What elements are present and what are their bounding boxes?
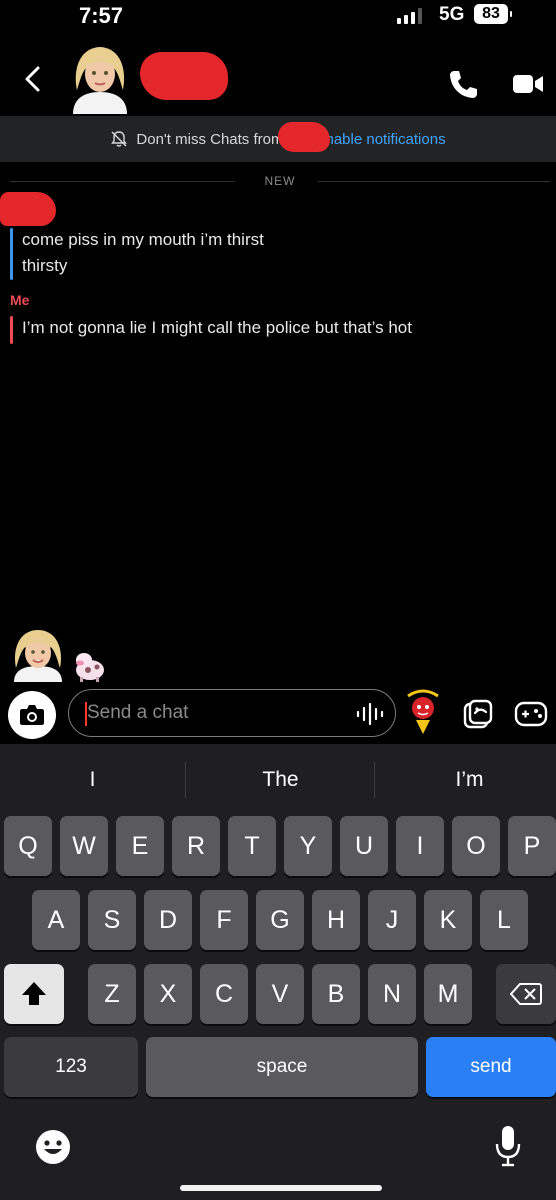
divider-line-right [318,181,550,182]
memories-icon[interactable] [462,698,494,730]
key-u[interactable]: U [340,816,388,876]
avatar[interactable] [65,42,135,114]
camera-button[interactable] [8,691,56,739]
sticker-icon[interactable] [402,688,444,738]
home-indicator[interactable] [180,1185,382,1191]
key-s[interactable]: S [88,890,136,950]
suggestion-separator [185,762,186,798]
key-i[interactable]: I [396,816,444,876]
sender-me-label: Me [10,292,30,308]
delete-key[interactable] [496,964,556,1024]
chat-input[interactable]: Send a chat [68,689,396,737]
key-b[interactable]: B [312,964,360,1024]
suggestion-item[interactable]: I [0,754,185,806]
message-line: come piss in my mouth i’m thirst [22,230,264,249]
banner-text: Don't miss Chats from [136,130,284,148]
status-time: 7:57 [79,3,124,28]
key-j[interactable]: J [368,890,416,950]
key-c[interactable]: C [200,964,248,1024]
space-key[interactable]: space [146,1037,418,1097]
key-r[interactable]: R [172,816,220,876]
key-w[interactable]: W [60,816,108,876]
new-divider: NEW [0,172,556,192]
game-controller-icon[interactable] [514,700,548,728]
video-camera-icon[interactable] [512,70,544,98]
suggestion-item[interactable]: I’m [377,754,556,806]
keyboard: I The I’m Q W E R T Y U I O P A S D F G … [0,744,556,1200]
send-key[interactable]: send [426,1037,556,1097]
bell-off-icon [111,131,128,147]
shift-key[interactable] [4,964,64,1024]
key-f[interactable]: F [200,890,248,950]
phone-icon[interactable] [447,68,479,100]
key-a[interactable]: A [32,890,80,950]
key-d[interactable]: D [144,890,192,950]
key-q[interactable]: Q [4,816,52,876]
message-line: I’m not gonna lie I might call the polic… [22,318,412,337]
emoji-icon[interactable] [34,1128,72,1166]
network-type: 5G [439,4,465,25]
key-h[interactable]: H [312,890,360,950]
back-chevron-icon[interactable] [18,64,48,94]
key-e[interactable]: E [116,816,164,876]
redacted-sender-name [0,192,56,226]
message-line: thirsty [22,256,68,275]
chat-input-bar: Send a chat [0,688,556,744]
key-l[interactable]: L [480,890,528,950]
key-g[interactable]: G [256,890,304,950]
camera-icon [20,705,44,725]
numbers-key[interactable]: 123 [4,1037,138,1097]
voice-note-icon[interactable] [355,702,387,726]
key-k[interactable]: K [424,890,472,950]
cow-sticker-icon [76,653,104,682]
key-x[interactable]: X [144,964,192,1024]
battery-icon: 83 [474,4,512,24]
divider-label: NEW [264,174,296,188]
key-y[interactable]: Y [284,816,332,876]
key-t[interactable]: T [228,816,276,876]
key-m[interactable]: M [424,964,472,1024]
suggestion-bar: I The I’m [0,754,556,806]
redacted-name [140,52,228,100]
friend-bitmoji-icon [14,630,62,682]
key-n[interactable]: N [368,964,416,1024]
key-p[interactable]: P [508,816,556,876]
divider-line-left [10,181,235,182]
microphone-icon[interactable] [494,1124,522,1168]
friend-message-bar [10,228,13,280]
me-message-bar [10,316,13,344]
enable-notifications-link[interactable]: nable notifications [325,131,445,148]
shift-arrow-icon [22,982,46,1005]
key-o[interactable]: O [452,816,500,876]
key-z[interactable]: Z [88,964,136,1024]
redacted-banner-name [278,122,330,152]
battery-level: 83 [482,5,500,22]
signal-icon [397,8,422,24]
key-v[interactable]: V [256,964,304,1024]
chat-placeholder: Send a chat [87,702,189,723]
backspace-icon [509,983,542,1005]
suggestion-item[interactable]: The [188,754,373,806]
status-bar: 7:57 5G 83 [0,0,556,34]
suggestion-separator [374,762,375,798]
chat-header [0,40,556,116]
